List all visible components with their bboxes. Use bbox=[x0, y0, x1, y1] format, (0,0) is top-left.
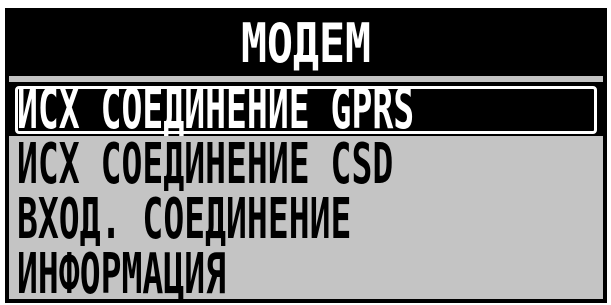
modem-menu-screen: МОДЕМ ИСХ СОЕДИНЕНИЕ GPRS ИСХ СОЕДИНЕНИЕ… bbox=[5, 8, 607, 303]
menu-item-label: ИНФОРМАЦИЯ bbox=[17, 247, 227, 301]
menu-item-information[interactable]: ИНФОРМАЦИЯ bbox=[9, 247, 603, 301]
menu-item-label: ВХОД. СОЕДИНЕНИЕ bbox=[17, 192, 352, 246]
menu-item-outgoing-csd[interactable]: ИСХ СОЕДИНЕНИЕ CSD bbox=[9, 137, 603, 191]
menu-item-incoming-connection[interactable]: ВХОД. СОЕДИНЕНИЕ bbox=[9, 192, 603, 246]
menu-item-label: ИСХ СОЕДИНЕНИЕ CSD bbox=[17, 137, 394, 191]
menu-item-outgoing-gprs[interactable]: ИСХ СОЕДИНЕНИЕ GPRS bbox=[9, 82, 603, 136]
screen-title: МОДЕМ bbox=[240, 12, 372, 75]
title-bar: МОДЕМ bbox=[9, 12, 603, 76]
menu-item-label: ИСХ СОЕДИНЕНИЕ GPRS bbox=[17, 82, 415, 136]
